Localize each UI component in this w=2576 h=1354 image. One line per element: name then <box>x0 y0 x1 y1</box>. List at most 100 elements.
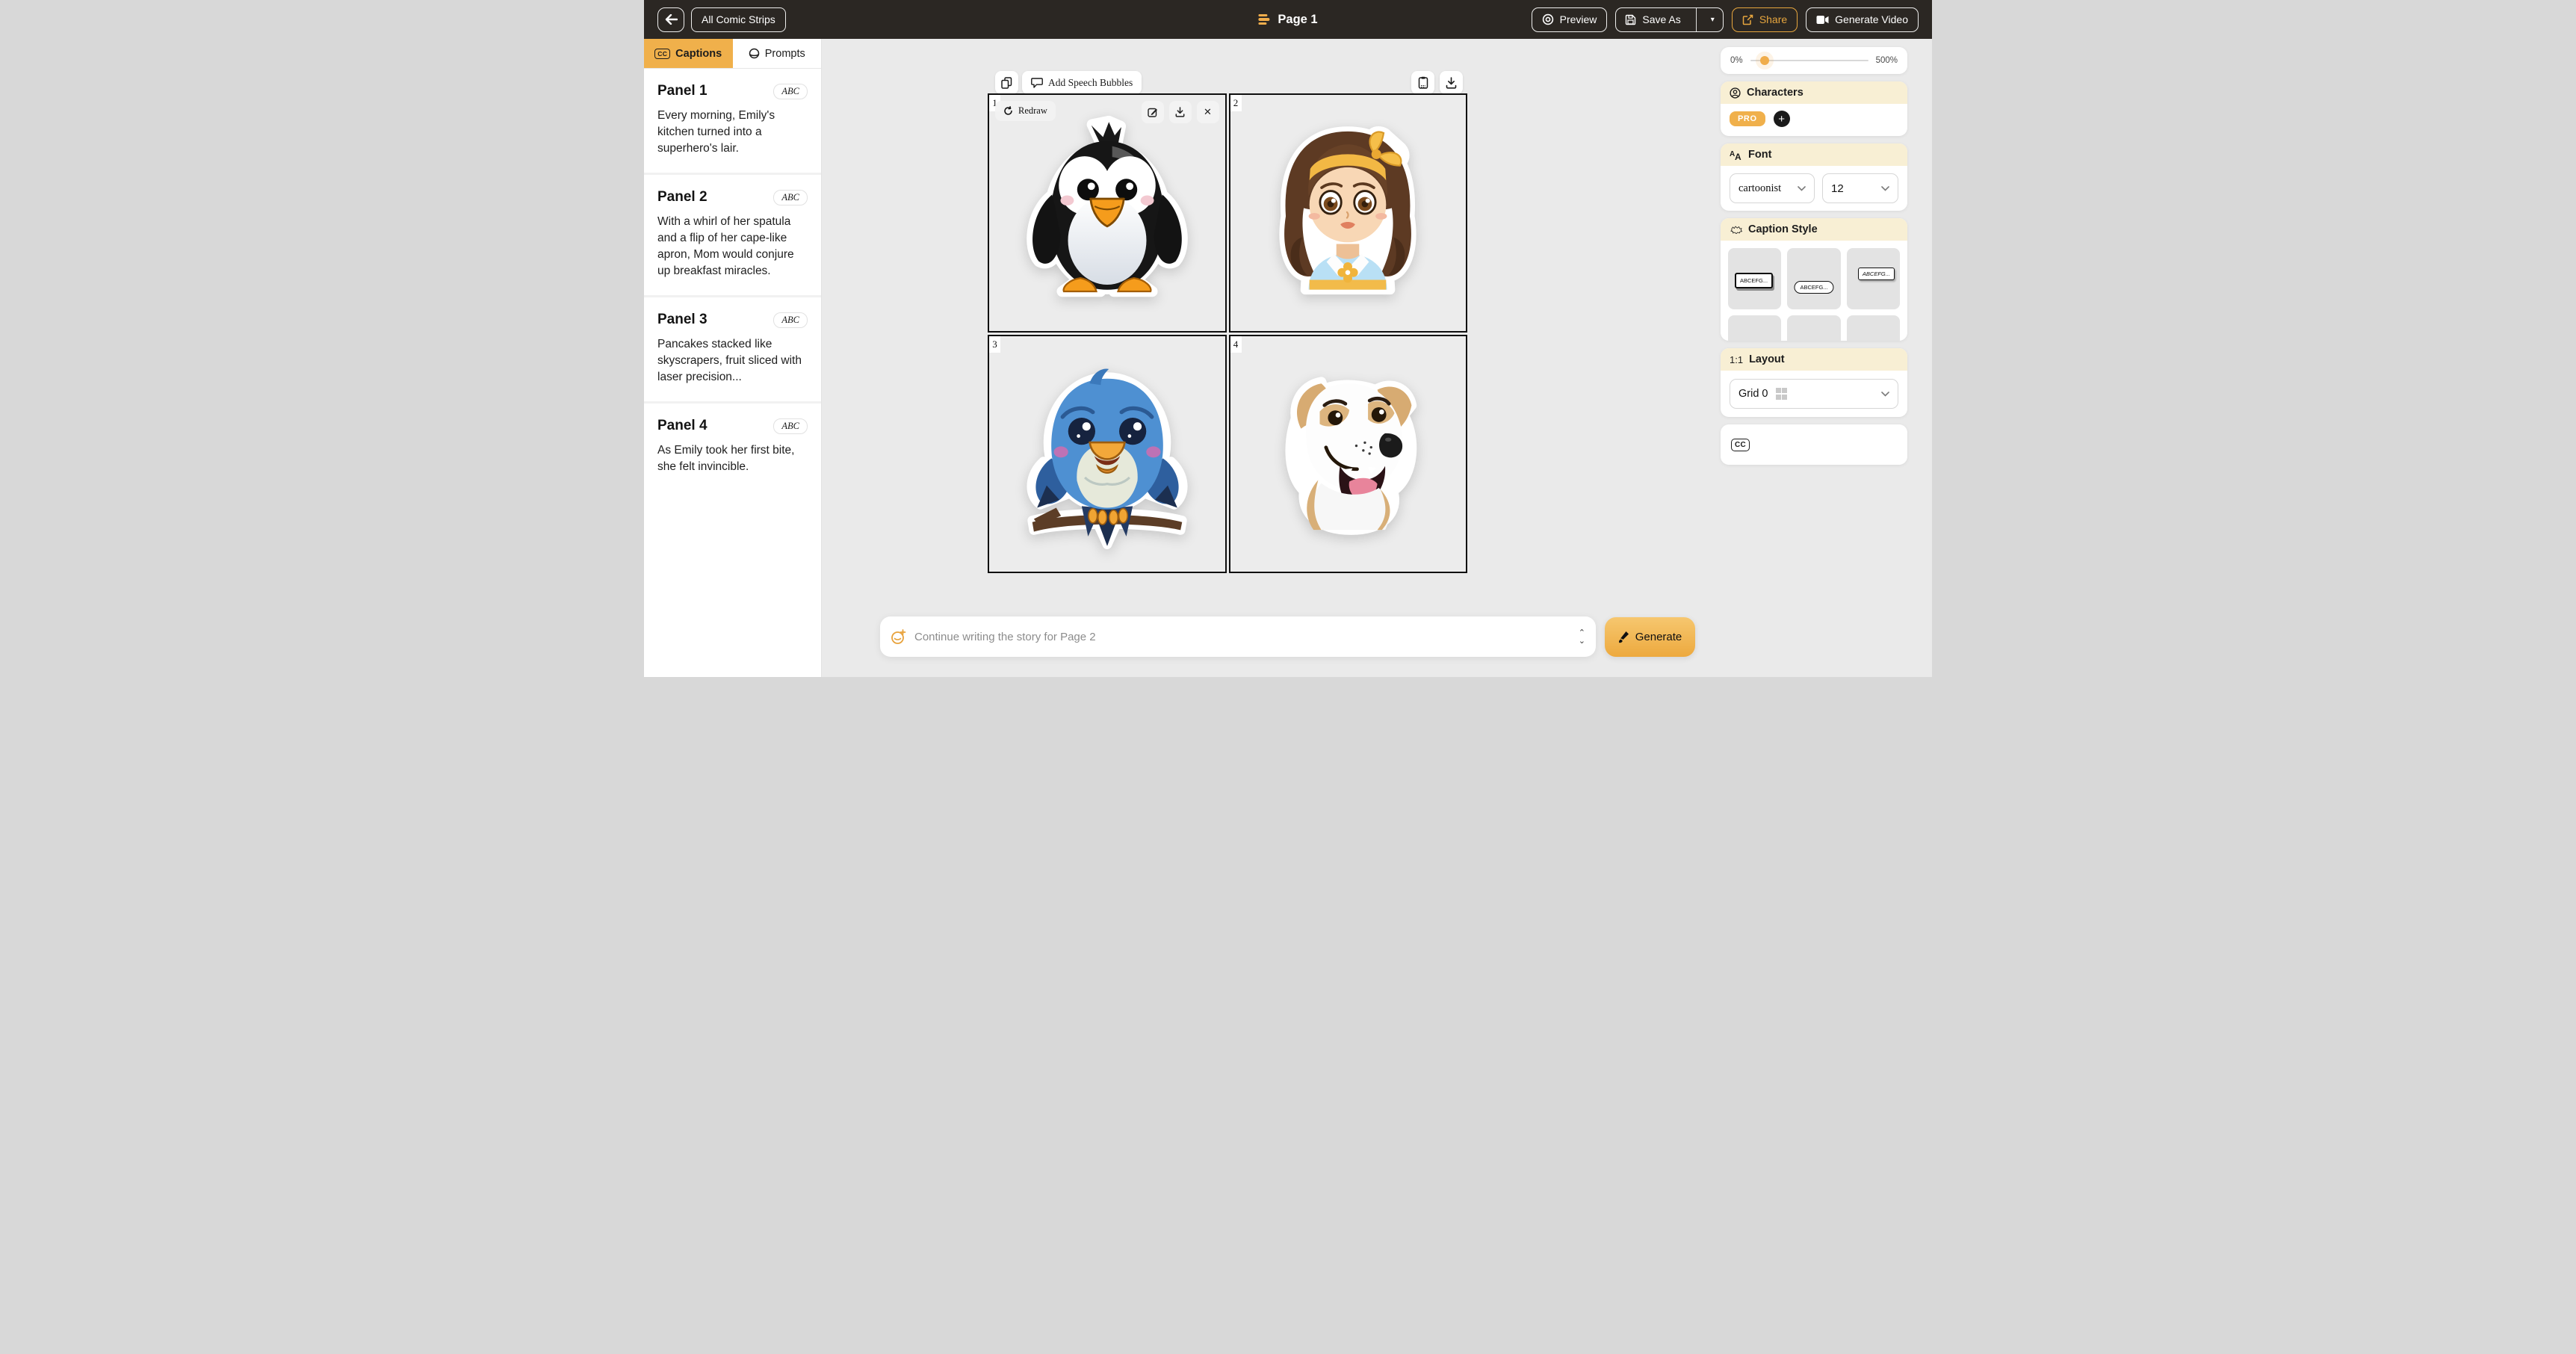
story-prompt-input[interactable] <box>914 631 1570 643</box>
characters-title: Characters <box>1747 87 1803 99</box>
caption-item-text[interactable]: As Emily took her first bite, she felt i… <box>657 442 808 475</box>
font-family-select[interactable]: cartoonist <box>1730 173 1815 203</box>
caption-item-text[interactable]: Every morning, Emily's kitchen turned in… <box>657 108 808 157</box>
generate-button[interactable]: Generate <box>1605 617 1695 657</box>
tab-prompts-label: Prompts <box>765 48 805 60</box>
caption-item-1[interactable]: Panel 1 ABC Every morning, Emily's kitch… <box>644 69 821 173</box>
caption-style-option-2[interactable]: ABCEFG... <box>1787 248 1840 309</box>
add-speech-bubbles-label: Add Speech Bubbles <box>1048 77 1133 89</box>
caption-abc-badge[interactable]: ABC <box>773 312 808 328</box>
caption-item-text[interactable]: Pancakes stacked like skyscrapers, fruit… <box>657 336 808 386</box>
story-prompt-bar: ⌃ ⌄ <box>880 616 1596 657</box>
redraw-button[interactable]: Redraw <box>995 101 1056 121</box>
comic-panel-3[interactable]: 3 <box>988 335 1227 574</box>
preview-button[interactable]: Preview <box>1532 7 1608 32</box>
font-size-value: 12 <box>1831 182 1844 195</box>
paste-button[interactable] <box>1411 71 1434 94</box>
penguin-sticker[interactable] <box>1007 110 1207 316</box>
captions-cc-icon: CC <box>654 49 670 59</box>
all-comic-strips-button[interactable]: All Comic Strips <box>691 7 786 32</box>
chevron-down-icon[interactable]: ⌄ <box>1579 637 1585 645</box>
redraw-refresh-icon <box>1003 106 1013 116</box>
save-as-caret[interactable]: ▾ <box>1703 16 1723 24</box>
prompt-history-stepper: ⌃ ⌄ <box>1579 629 1585 645</box>
caption-style-option-4[interactable] <box>1728 315 1781 341</box>
caption-item-title: Panel 4 <box>657 418 708 434</box>
caption-item-2[interactable]: Panel 2 ABC With a whirl of her spatula … <box>644 175 821 295</box>
caption-abc-badge[interactable]: ABC <box>773 190 808 205</box>
caption-item-4[interactable]: Panel 4 ABC As Emily took her first bite… <box>644 404 821 491</box>
add-character-button[interactable]: + <box>1774 111 1790 127</box>
caption-item-text[interactable]: With a whirl of her spatula and a flip o… <box>657 214 808 279</box>
girl-sticker[interactable] <box>1250 105 1446 321</box>
edit-panel-button[interactable] <box>1142 101 1164 123</box>
chevron-down-icon <box>1881 392 1889 397</box>
caption-style-sample: ABCEFG... <box>1794 281 1833 294</box>
caption-item-title: Panel 2 <box>657 189 708 205</box>
panel-number: 4 <box>1230 336 1242 353</box>
sidebar-tabs: CC Captions Prompts <box>644 39 821 69</box>
settings-sidebar: 0% 500% Characters PRO + <box>1721 47 1907 465</box>
generate-video-label: Generate Video <box>1835 13 1908 25</box>
share-icon <box>1742 14 1753 25</box>
caption-style-sample: ABCEFG... <box>1735 273 1773 288</box>
caption-style-option-6[interactable] <box>1847 315 1900 341</box>
comic-strip-app: All Comic Strips Page 1 Preview <box>644 0 1932 677</box>
save-as-split-button[interactable]: Save As ▾ <box>1615 7 1723 32</box>
panel-hover-tools: Redraw <box>995 101 1219 123</box>
caption-abc-badge[interactable]: ABC <box>773 84 808 99</box>
preview-label: Preview <box>1560 13 1597 25</box>
zoom-card: 0% 500% <box>1721 47 1907 74</box>
zoom-slider-knob[interactable] <box>1760 56 1769 65</box>
caption-abc-badge[interactable]: ABC <box>773 418 808 434</box>
copy-page-button[interactable] <box>995 71 1018 94</box>
caption-item-title: Panel 1 <box>657 83 708 99</box>
speech-bubble-icon <box>1031 78 1043 88</box>
edit-icon <box>1148 107 1158 117</box>
caption-style-option-3[interactable]: ABCEFG... <box>1847 248 1900 309</box>
pro-badge[interactable]: PRO <box>1730 111 1765 126</box>
close-icon: ✕ <box>1204 106 1212 118</box>
font-title: Font <box>1748 149 1771 161</box>
tab-captions[interactable]: CC Captions <box>644 39 733 68</box>
burst-bubble-icon <box>1730 225 1742 234</box>
share-button[interactable]: Share <box>1732 7 1798 32</box>
comic-grid: 1 Redraw <box>988 93 1467 573</box>
font-size-select[interactable]: 12 <box>1822 173 1898 203</box>
dog-sticker[interactable] <box>1254 348 1441 559</box>
tab-prompts[interactable]: Prompts <box>733 39 822 68</box>
font-aa-icon: A A <box>1730 149 1742 161</box>
delete-panel-button[interactable]: ✕ <box>1197 101 1219 123</box>
page-menu-icon[interactable] <box>1258 12 1269 27</box>
zoom-max-label: 500% <box>1876 56 1898 65</box>
comic-panel-4[interactable]: 4 <box>1229 335 1468 574</box>
tab-captions-label: Captions <box>675 48 722 60</box>
download-panel-button[interactable] <box>1169 101 1192 123</box>
caption-style-option-1[interactable]: ABCEFG... <box>1728 248 1781 309</box>
back-button[interactable] <box>657 7 684 32</box>
layout-header: 1:1 Layout <box>1721 348 1907 371</box>
characters-card: Characters PRO + <box>1721 81 1907 136</box>
bluebird-sticker[interactable] <box>1012 345 1203 562</box>
save-as-main[interactable]: Save As <box>1616 13 1689 25</box>
back-arrow-icon <box>665 14 678 25</box>
zoom-slider[interactable] <box>1750 60 1868 61</box>
page-title-group[interactable]: Page 1 <box>1258 0 1317 39</box>
add-speech-bubbles-button[interactable]: Add Speech Bubbles <box>1022 71 1142 94</box>
caption-style-title: Caption Style <box>1748 223 1818 235</box>
grid-layout-select[interactable]: Grid 0 <box>1730 379 1898 409</box>
generate-video-button[interactable]: Generate Video <box>1806 7 1919 32</box>
captions-toggle-card: CC <box>1721 424 1907 465</box>
caption-item-3[interactable]: Panel 3 ABC Pancakes stacked like skyscr… <box>644 297 821 401</box>
comic-panel-1[interactable]: 1 Redraw <box>988 93 1227 333</box>
font-body: cartoonist 12 <box>1721 166 1907 211</box>
download-page-button[interactable] <box>1440 71 1463 94</box>
caption-style-option-5[interactable] <box>1787 315 1840 341</box>
layout-card: 1:1 Layout Grid 0 <box>1721 348 1907 417</box>
chevron-up-icon[interactable]: ⌃ <box>1579 629 1585 637</box>
layout-title: Layout <box>1749 353 1785 365</box>
captions-toggle-button[interactable]: CC <box>1731 439 1750 451</box>
comic-panel-2[interactable]: 2 <box>1229 93 1468 333</box>
caption-item-title: Panel 3 <box>657 312 708 328</box>
caption-style-grid: ABCEFG... ABCEFG... ABCEFG... <box>1721 241 1907 341</box>
